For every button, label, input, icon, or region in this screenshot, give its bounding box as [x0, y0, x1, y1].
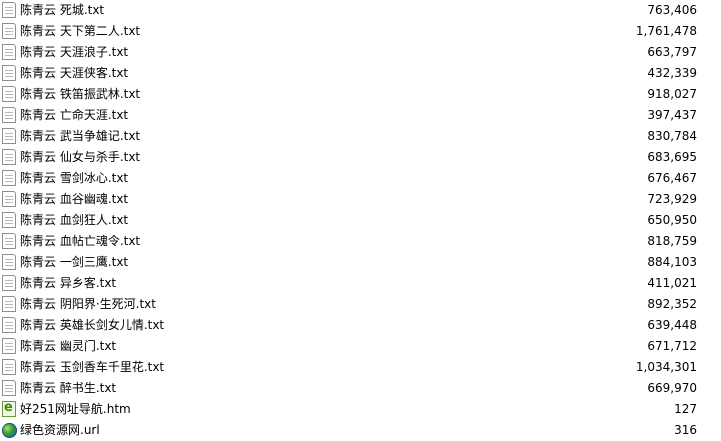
- file-name: 陈青云 玉剑香车千里花.txt: [20, 360, 165, 374]
- file-row[interactable]: 陈青云 死城.txt 763,406: [0, 0, 721, 21]
- file-name: 陈青云 一剑三鹰.txt: [20, 255, 129, 269]
- file-row[interactable]: 陈青云 雪剑冰心.txt 676,467: [0, 168, 721, 189]
- file-row[interactable]: 绿色资源网.url 316: [0, 420, 721, 441]
- file-size: 663,797: [647, 45, 697, 59]
- file-size: 723,929: [647, 192, 697, 206]
- file-row[interactable]: 陈青云 英雄长剑女儿情.txt 639,448: [0, 315, 721, 336]
- file-size: 411,021: [647, 276, 697, 290]
- file-name: 陈青云 天涯浪子.txt: [20, 45, 129, 59]
- text-file-icon: [2, 212, 16, 228]
- file-size: 650,950: [647, 213, 697, 227]
- text-file-icon: [2, 86, 16, 102]
- file-name: 陈青云 武当争雄记.txt: [20, 129, 141, 143]
- file-size: 127: [674, 402, 697, 416]
- file-row[interactable]: 陈青云 玉剑香车千里花.txt 1,034,301: [0, 357, 721, 378]
- file-row[interactable]: 陈青云 仙女与杀手.txt 683,695: [0, 147, 721, 168]
- file-row[interactable]: 陈青云 幽灵门.txt 671,712: [0, 336, 721, 357]
- file-name: 陈青云 血谷幽魂.txt: [20, 192, 129, 206]
- file-row[interactable]: 陈青云 醉书生.txt 669,970: [0, 378, 721, 399]
- file-name: 陈青云 雪剑冰心.txt: [20, 171, 129, 185]
- file-size: 639,448: [647, 318, 697, 332]
- text-file-icon: [2, 275, 16, 291]
- file-name: 陈青云 天涯侠客.txt: [20, 66, 129, 80]
- file-size: 1,761,478: [635, 24, 697, 38]
- text-file-icon: [2, 380, 16, 396]
- file-row[interactable]: 陈青云 天涯浪子.txt 663,797: [0, 42, 721, 63]
- file-row[interactable]: 陈青云 阴阳界·生死河.txt 892,352: [0, 294, 721, 315]
- html-file-icon: [2, 399, 16, 417]
- file-row[interactable]: 陈青云 天下第二人.txt 1,761,478: [0, 21, 721, 42]
- file-row[interactable]: 陈青云 天涯侠客.txt 432,339: [0, 63, 721, 84]
- file-size: 683,695: [647, 150, 697, 164]
- file-name: 陈青云 亡命天涯.txt: [20, 108, 129, 122]
- text-file-icon: [2, 170, 16, 186]
- file-name: 陈青云 醉书生.txt: [20, 381, 117, 395]
- file-size: 397,437: [647, 108, 697, 122]
- text-file-icon: [2, 254, 16, 270]
- file-row[interactable]: 陈青云 亡命天涯.txt 397,437: [0, 105, 721, 126]
- file-row[interactable]: 陈青云 血帖亡魂令.txt 818,759: [0, 231, 721, 252]
- file-size: 818,759: [647, 234, 697, 248]
- file-row[interactable]: 好251网址导航.htm 127: [0, 399, 721, 420]
- file-name: 陈青云 血剑狂人.txt: [20, 213, 129, 227]
- text-file-icon: [2, 317, 16, 333]
- file-size: 763,406: [647, 3, 697, 17]
- file-name: 陈青云 铁笛振武林.txt: [20, 87, 141, 101]
- file-size: 918,027: [647, 87, 697, 101]
- file-name: 陈青云 死城.txt: [20, 3, 105, 17]
- text-file-icon: [2, 65, 16, 81]
- text-file-icon: [2, 44, 16, 60]
- text-file-icon: [2, 2, 16, 18]
- file-name: 绿色资源网.url: [20, 423, 100, 437]
- text-file-icon: [2, 23, 16, 39]
- file-row[interactable]: 陈青云 铁笛振武林.txt 918,027: [0, 84, 721, 105]
- file-name: 陈青云 天下第二人.txt: [20, 24, 141, 38]
- file-size: 676,467: [647, 171, 697, 185]
- text-file-icon: [2, 296, 16, 312]
- text-file-icon: [2, 233, 16, 249]
- file-name: 陈青云 血帖亡魂令.txt: [20, 234, 141, 248]
- file-size: 1,034,301: [635, 360, 697, 374]
- file-size: 892,352: [647, 297, 697, 311]
- text-file-icon: [2, 191, 16, 207]
- text-file-icon: [2, 107, 16, 123]
- file-row[interactable]: 陈青云 武当争雄记.txt 830,784: [0, 126, 721, 147]
- file-name: 陈青云 幽灵门.txt: [20, 339, 117, 353]
- text-file-icon: [2, 149, 16, 165]
- file-size: 884,103: [647, 255, 697, 269]
- file-name: 陈青云 阴阳界·生死河.txt: [20, 297, 156, 311]
- file-name: 陈青云 仙女与杀手.txt: [20, 150, 141, 164]
- file-size: 432,339: [647, 66, 697, 80]
- globe-icon: [2, 423, 17, 438]
- file-row[interactable]: 陈青云 血谷幽魂.txt 723,929: [0, 189, 721, 210]
- text-file-icon: [2, 338, 16, 354]
- file-name: 陈青云 异乡客.txt: [20, 276, 117, 290]
- file-row[interactable]: 陈青云 一剑三鹰.txt 884,103: [0, 252, 721, 273]
- file-row[interactable]: 陈青云 血剑狂人.txt 650,950: [0, 210, 721, 231]
- file-size: 669,970: [647, 381, 697, 395]
- file-row[interactable]: 陈青云 异乡客.txt 411,021: [0, 273, 721, 294]
- file-size: 316: [674, 423, 697, 437]
- file-size: 830,784: [647, 129, 697, 143]
- file-name: 陈青云 英雄长剑女儿情.txt: [20, 318, 165, 332]
- text-file-icon: [2, 359, 16, 375]
- text-file-icon: [2, 128, 16, 144]
- file-size: 671,712: [647, 339, 697, 353]
- file-list: 陈青云 死城.txt 763,406 陈青云 天下第二人.txt 1,761,4…: [0, 0, 721, 441]
- file-name: 好251网址导航.htm: [20, 402, 131, 416]
